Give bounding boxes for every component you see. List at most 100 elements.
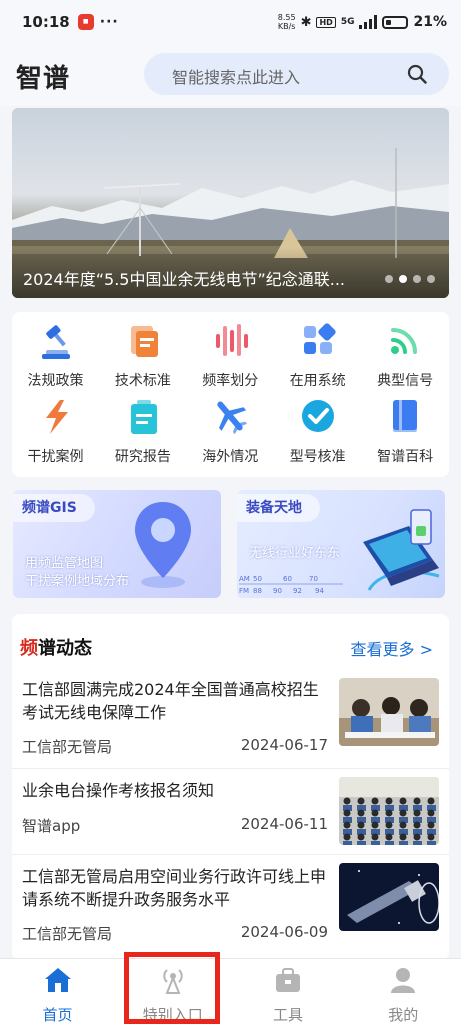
nav-label: 我的 (388, 1006, 419, 1024)
equipment-card[interactable]: 装备天地 无线行业好东东 AM 50 60 70 FM 88 90 92 94 (237, 490, 445, 598)
news-section-title: 频谱动态 (20, 638, 92, 659)
broadcast-icon (163, 969, 183, 994)
function-item[interactable]: 研究报告 (99, 388, 186, 466)
notification-app-icon: ■ (77, 14, 94, 30)
gis-line-2: 干扰案例地域分布 (25, 574, 130, 589)
news-source: 工信部无管局 (22, 738, 113, 756)
news-thumbnail (339, 863, 439, 931)
function-label: 干扰案例 (27, 449, 84, 465)
clipboard-icon (130, 400, 157, 434)
nav-label: 工具 (272, 1006, 303, 1024)
gis-line-1: 用频监管地图 (25, 556, 104, 571)
lightning-icon (45, 400, 68, 434)
user-icon (391, 968, 416, 993)
svg-text:70: 70 (309, 575, 318, 583)
network-type: 5G (340, 17, 355, 27)
function-item[interactable]: 在用系统 (274, 312, 361, 390)
home-icon (44, 968, 71, 992)
battery-icon (382, 15, 409, 29)
function-label: 海外情况 (202, 449, 259, 465)
bottom-navigation: 首页 特别入口 工具 我的 (0, 958, 461, 1024)
status-bar: 10:18 ■ ··· 8.55 KB/s ✱ HD 5G 21% (0, 0, 461, 44)
news-title: 工信部无管局启用空间业务行政许可线上申请系统不断提升政务服务水平 (22, 867, 327, 909)
nav-item[interactable]: 我的 (346, 965, 461, 1024)
app-header: 智谱 智能搜索点此进入 (0, 44, 461, 106)
laptop-icon (363, 509, 440, 591)
svg-text:90: 90 (273, 587, 282, 595)
function-label: 智谱百科 (377, 449, 434, 465)
function-label: 在用系统 (289, 373, 346, 389)
function-label: 法规政策 (27, 373, 84, 389)
nav-item[interactable]: 首页 (0, 965, 115, 1024)
svg-text:50: 50 (253, 575, 262, 583)
function-item[interactable]: 频率划分 (187, 312, 274, 390)
toolbox-icon (276, 968, 300, 992)
document-stack-icon (130, 326, 158, 357)
function-label: 研究报告 (114, 449, 171, 465)
network-speed: 8.55 KB/s (277, 13, 296, 31)
function-label: 频率划分 (202, 373, 259, 389)
news-item[interactable]: 工信部圆满完成2024年全国普通高校招生考试无线电保障工作工信部无管局 2024-… (12, 666, 449, 768)
news-item[interactable]: 业余电台操作考核报名须知 智谱app 2024-06-11 (12, 768, 449, 854)
news-date: 2024-06-11 (240, 815, 328, 833)
news-title: 工信部圆满完成2024年全国普通高校招生考试无线电保障工作 (22, 680, 319, 722)
nav-item[interactable]: 特别入口 (115, 965, 230, 1024)
carousel-dot[interactable] (399, 275, 407, 283)
map-pin-icon (135, 502, 191, 588)
carousel-dot[interactable] (385, 275, 393, 283)
svg-text:FM: FM (239, 587, 249, 595)
view-more-link[interactable]: 查看更多 > (351, 636, 434, 660)
function-item[interactable]: 法规政策 (12, 312, 99, 390)
function-label: 技术标准 (114, 373, 171, 389)
carousel-dot[interactable] (413, 275, 421, 283)
app-title: 智谱 (16, 64, 71, 94)
banner-caption[interactable]: 2024年度“5.5中国业余无线电节”纪念通联... (23, 266, 373, 290)
function-item[interactable]: 智谱百科 (362, 388, 449, 466)
equipment-line-1: 无线行业好东东 (249, 546, 341, 561)
status-time: 10:18 (22, 13, 70, 31)
radio-scale: AM 50 60 70 FM 88 90 92 94 (239, 575, 343, 595)
search-bar[interactable]: 智能搜索点此进入 (144, 53, 449, 95)
carousel-dot[interactable] (427, 275, 435, 283)
book-icon (393, 400, 418, 432)
signal-wave-icon (391, 328, 418, 354)
search-placeholder: 智能搜索点此进入 (172, 68, 301, 87)
card-tag-equipment: 装备天地 (237, 494, 320, 522)
card-tag-gis: 频谱GIS (13, 494, 95, 522)
news-section: 频谱动态 查看更多 > 工信部圆满完成2024年全国普通高校招生考试无线电保障工… (12, 614, 449, 960)
function-item[interactable]: 技术标准 (99, 312, 186, 390)
news-date: 2024-06-17 (240, 736, 328, 754)
carousel-indicator (385, 275, 435, 283)
bluetooth-icon: ✱ (300, 14, 312, 30)
news-source: 智谱app (22, 817, 81, 835)
news-title: 业余电台操作考核报名须知 (22, 781, 215, 800)
news-date: 2024-06-09 (240, 923, 328, 941)
spectrum-gis-card[interactable]: 频谱GIS 用频监管地图 干扰案例地域分布 (13, 490, 221, 598)
svg-text:AM: AM (239, 575, 250, 583)
more-notifications-icon: ··· (99, 14, 119, 30)
search-icon[interactable] (407, 64, 427, 84)
function-item[interactable]: 海外情况 (187, 388, 274, 466)
banner-carousel[interactable]: 2024年度“5.5中国业余无线电节”纪念通联... (12, 108, 449, 298)
news-thumbnail (339, 777, 439, 845)
nav-label: 首页 (42, 1006, 73, 1024)
function-label: 型号核准 (289, 449, 346, 465)
function-item[interactable]: 型号核准 (274, 388, 361, 466)
svg-text:88: 88 (253, 587, 262, 595)
nav-item[interactable]: 工具 (231, 965, 346, 1024)
news-source: 工信部无管局 (22, 925, 113, 943)
nav-label: 特别入口 (142, 1006, 203, 1024)
svg-text:60: 60 (283, 575, 292, 583)
battery-percent: 21% (413, 14, 447, 30)
gavel-icon (41, 325, 70, 359)
airplane-icon (217, 401, 248, 435)
signal-bars-icon (359, 15, 378, 29)
check-circle-icon (301, 400, 334, 432)
app-grid-icon (303, 323, 336, 354)
svg-text:94: 94 (315, 587, 324, 595)
function-label: 典型信号 (377, 373, 434, 389)
function-item[interactable]: 干扰案例 (12, 388, 99, 466)
function-item[interactable]: 典型信号 (362, 312, 449, 390)
news-item[interactable]: 工信部无管局启用空间业务行政许可线上申请系统不断提升政务服务水平工信部无管局 20… (12, 854, 449, 960)
news-thumbnail (339, 678, 439, 746)
